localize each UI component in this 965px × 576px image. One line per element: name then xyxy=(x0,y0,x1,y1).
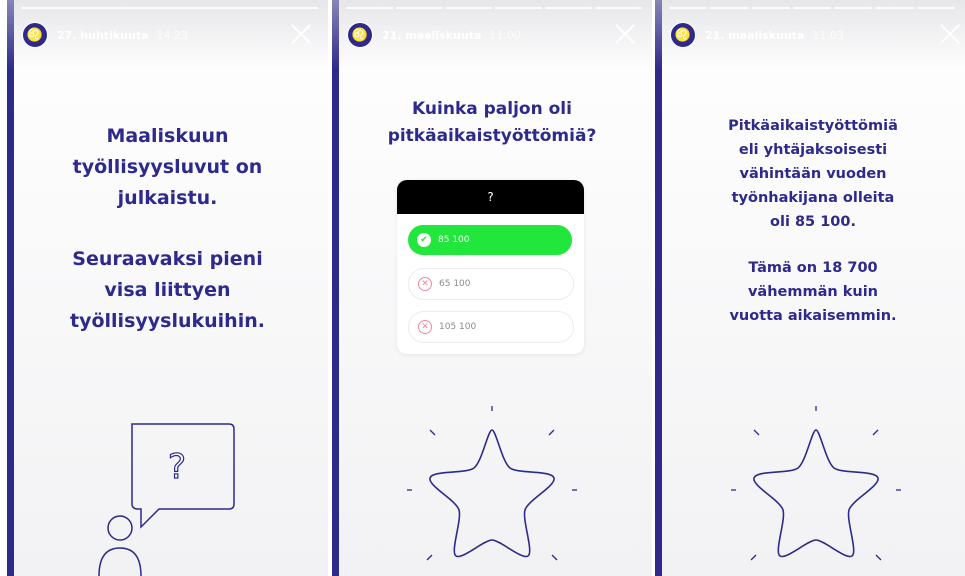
story-time: 11.00 xyxy=(489,28,521,42)
quiz-option-label: 65 100 xyxy=(439,279,471,289)
story-header: ♌ 21. maaliskuuta 11.00 xyxy=(347,22,642,48)
quiz-option-2[interactable]: ✕ 65 100 xyxy=(408,268,574,300)
quiz-card-header: ? xyxy=(397,180,584,214)
story-time: 11.03 xyxy=(812,28,844,42)
story-panel-1[interactable]: ♌ 27. huhtikuuta 14.23 Maaliskuun työlli… xyxy=(7,0,328,576)
star-icon xyxy=(731,406,901,561)
story-progress-bar xyxy=(669,7,955,9)
story-time: 14.23 xyxy=(156,28,189,42)
close-icon[interactable] xyxy=(290,23,312,45)
quiz-option-1[interactable]: ✔ 85 100 xyxy=(408,225,572,255)
question-mark: ? xyxy=(168,447,186,487)
story-progress-bar xyxy=(346,7,642,9)
story-progress-bar xyxy=(21,7,318,9)
story-date: 27. huhtikuuta xyxy=(57,28,149,42)
x-circle-icon: ✕ xyxy=(418,277,432,291)
story-strip: ♌ 27. huhtikuuta 14.23 Maaliskuun työlli… xyxy=(0,0,965,576)
story-answer-text: Pitkäaikaistyöttömiä eli yhtäjaksoisesti… xyxy=(728,118,898,230)
story-comparison-text: Tämä on 18 700 vähemmän kuin vuotta aika… xyxy=(729,260,897,324)
quiz-card: ? ✔ 85 100 ✕ 65 100 ✕ 105 100 xyxy=(397,180,584,354)
story-header: ♌ 27. huhtikuuta 14.23 xyxy=(22,22,318,48)
story-panel-3[interactable]: ♌ 21. maaliskuuta 11.03 Pitkäaikaistyött… xyxy=(655,0,965,576)
close-icon[interactable] xyxy=(939,23,961,45)
star-icon xyxy=(407,406,577,561)
quiz-option-3[interactable]: ✕ 105 100 xyxy=(408,311,574,343)
story-text-intro: Maaliskuun työllisyysluvut on julkaistu. xyxy=(72,125,263,209)
story-date: 21. maaliskuuta xyxy=(382,28,482,42)
lion-crest-icon[interactable]: ♌ xyxy=(670,22,696,48)
check-icon: ✔ xyxy=(417,233,431,247)
story-header: ♌ 21. maaliskuuta 11.03 xyxy=(670,22,955,48)
quiz-question: Kuinka paljon oli pitkäaikaistyöttömiä? xyxy=(387,99,597,146)
lion-crest-icon[interactable]: ♌ xyxy=(22,22,48,48)
close-icon[interactable] xyxy=(614,23,636,45)
story-date: 21. maaliskuuta xyxy=(705,28,805,42)
person-icon xyxy=(98,515,142,576)
quiz-option-label: 85 100 xyxy=(438,235,470,245)
x-circle-icon: ✕ xyxy=(418,320,432,334)
quiz-option-label: 105 100 xyxy=(439,322,477,332)
story-text-quiz-intro: Seuraavaksi pieni visa liittyen työllisy… xyxy=(70,248,265,332)
lion-crest-icon[interactable]: ♌ xyxy=(347,22,373,48)
